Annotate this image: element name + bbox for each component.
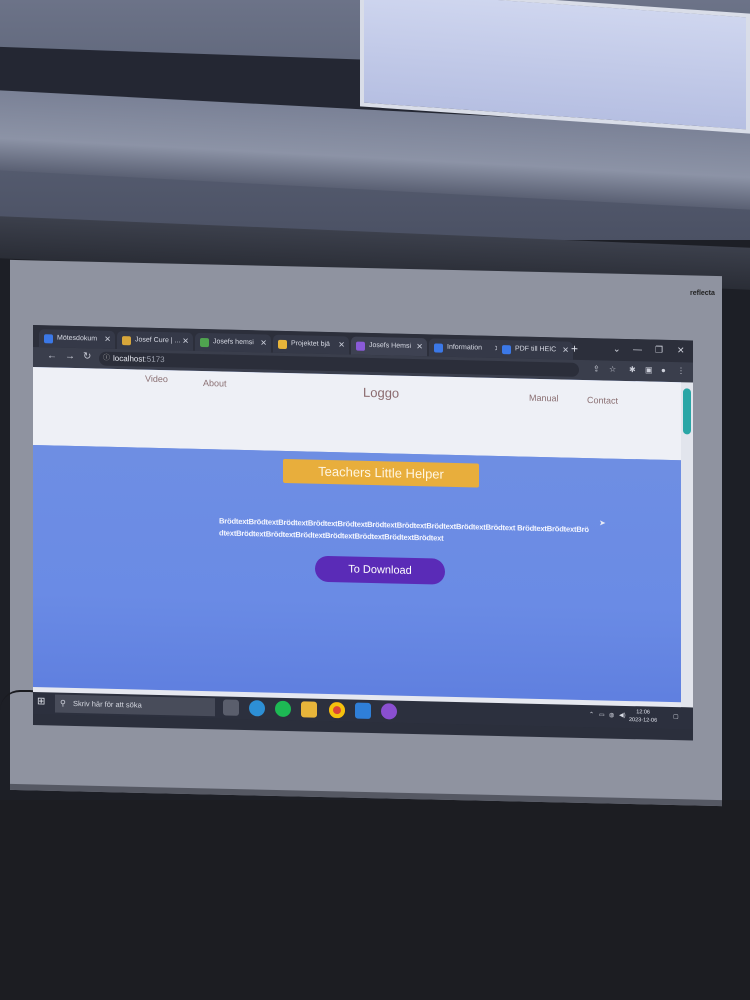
tab-favicon-icon — [44, 334, 53, 344]
download-button[interactable]: To Download — [315, 555, 445, 585]
tab-favicon-icon — [200, 337, 209, 348]
close-icon[interactable]: ✕ — [182, 333, 189, 351]
taskbar-search-field[interactable]: ⚲ Skriv här för att söka — [55, 694, 215, 717]
browser-tab[interactable]: PDF till HEIC ✕ — [497, 339, 573, 360]
bookmark-star-icon[interactable]: ☆ — [609, 365, 616, 374]
tab-search-chevron-icon[interactable]: ⌄ — [613, 344, 621, 355]
info-icon[interactable]: ⓘ — [103, 352, 110, 366]
tab-favicon-icon — [434, 343, 443, 353]
tab-favicon-icon — [278, 339, 287, 349]
forward-arrow-icon[interactable]: → — [65, 351, 75, 362]
projected-desktop: Mötesdokum ✕ Josef Cure | ... ✕ Josefs h… — [33, 325, 693, 741]
chrome-icon[interactable] — [329, 701, 345, 719]
browser-tab-active[interactable]: Josefs Hemsi ✕ — [351, 336, 427, 357]
site-header: Video About Loggo Manual Contact — [33, 367, 681, 461]
close-icon[interactable]: ✕ — [338, 336, 345, 354]
github-desktop-icon[interactable] — [381, 703, 397, 720]
network-icon[interactable]: ◍ — [609, 712, 614, 719]
task-view-icon[interactable] — [223, 699, 239, 716]
close-icon[interactable]: ✕ — [562, 341, 569, 359]
scrollbar[interactable] — [681, 382, 693, 708]
hero-section: Teachers Little Helper BrödtextBrödtextB… — [33, 445, 681, 708]
battery-icon[interactable]: ▭ — [599, 711, 605, 718]
maximize-icon[interactable]: ❐ — [655, 345, 663, 356]
hero-title: Teachers Little Helper — [283, 458, 479, 488]
browser-tab[interactable]: Information ✕ — [429, 338, 505, 359]
browser-tab[interactable]: Projektet bjä ✕ — [273, 334, 349, 355]
minimize-icon[interactable]: — — [633, 344, 642, 354]
new-tab-button[interactable]: + — [571, 342, 578, 356]
taskbar-clock[interactable]: 12:06 2023-12-06 — [629, 708, 657, 725]
nav-link-video[interactable]: Video — [145, 374, 168, 385]
tray-chevron-icon[interactable]: ⌃ — [589, 711, 594, 718]
sidebar-icon[interactable]: ▣ — [645, 365, 653, 374]
mouse-cursor-icon: ➤ — [599, 518, 606, 528]
browser-tab[interactable]: Mötesdokum ✕ — [39, 329, 115, 349]
scrollbar-thumb[interactable] — [683, 388, 691, 435]
nav-link-manual[interactable]: Manual — [529, 393, 559, 404]
close-icon[interactable]: ✕ — [104, 331, 111, 349]
edge-browser-icon[interactable] — [249, 700, 265, 717]
notifications-icon[interactable]: ▢ — [673, 713, 679, 720]
window-close-icon[interactable]: ✕ — [677, 345, 685, 356]
windows-start-icon[interactable]: ⊞ — [37, 696, 45, 707]
extensions-puzzle-icon[interactable]: ✱ — [629, 365, 636, 374]
back-arrow-icon[interactable]: ← — [47, 350, 57, 361]
site-logo[interactable]: Loggo — [363, 385, 399, 401]
profile-avatar[interactable]: ● — [661, 366, 666, 375]
vscode-icon[interactable] — [355, 702, 371, 719]
reload-icon[interactable]: ↻ — [83, 351, 91, 362]
menu-kebab-icon[interactable]: ⋮ — [677, 366, 685, 375]
close-icon[interactable]: ✕ — [416, 338, 423, 356]
tab-favicon-icon — [502, 345, 511, 355]
browser-tab[interactable]: Josef Cure | ... ✕ — [117, 330, 193, 351]
nav-link-about[interactable]: About — [203, 378, 227, 389]
close-icon[interactable]: ✕ — [260, 334, 267, 352]
wall-lower — [0, 800, 750, 1000]
tab-favicon-icon — [122, 336, 131, 346]
tab-favicon-icon — [356, 341, 365, 351]
browser-tab[interactable]: Josefs hemsi ✕ — [195, 332, 271, 353]
screen-brand-label: reflecta — [690, 290, 715, 297]
file-explorer-icon[interactable] — [301, 701, 317, 718]
spotify-icon[interactable] — [275, 700, 291, 718]
volume-icon[interactable]: ◀) — [619, 712, 626, 719]
search-icon: ⚲ — [60, 698, 66, 708]
body-text: BrödtextBrödtextBrödtextBrödtextBrödtext… — [219, 516, 589, 543]
share-icon[interactable]: ⇪ — [593, 364, 600, 373]
web-page: Video About Loggo Manual Contact Teacher… — [33, 367, 681, 711]
nav-link-contact[interactable]: Contact — [587, 395, 618, 406]
